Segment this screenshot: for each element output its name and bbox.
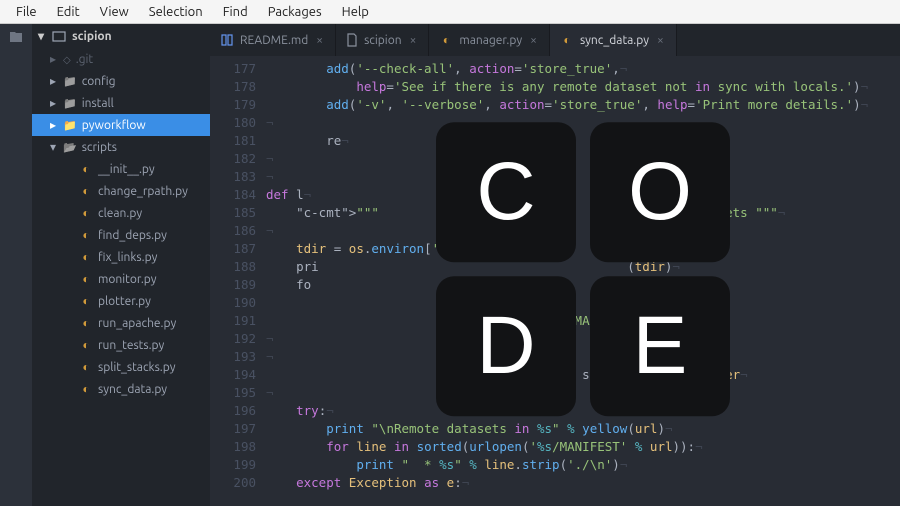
- python-icon: [79, 206, 93, 220]
- tree-folder-pyworkflow[interactable]: ▸pyworkflow: [32, 114, 210, 136]
- book-icon: [220, 33, 234, 47]
- line-gutter: 177 178 179 180 181 182 183 184 185 186 …: [210, 56, 266, 506]
- tab-sync_data-py[interactable]: sync_data.py×: [550, 24, 677, 56]
- menu-edit[interactable]: Edit: [47, 3, 90, 21]
- tab-manager-py[interactable]: manager.py×: [429, 24, 550, 56]
- tree-file-find_deps-py[interactable]: find_deps.py: [32, 224, 210, 246]
- python-icon: [79, 250, 93, 264]
- chevron-down-icon: ▾: [38, 29, 46, 43]
- close-icon[interactable]: ×: [408, 34, 419, 47]
- python-icon: [79, 338, 93, 352]
- tab-scipion[interactable]: scipion×: [336, 24, 429, 56]
- menu-selection[interactable]: Selection: [139, 3, 213, 21]
- menu-file[interactable]: File: [6, 3, 47, 21]
- editor: README.md×scipion×manager.py×sync_data.p…: [210, 24, 900, 506]
- overlay-letter-o: O: [590, 122, 730, 262]
- file-tree-icon[interactable]: [8, 30, 24, 46]
- close-icon[interactable]: ×: [314, 34, 325, 47]
- python-icon: [79, 316, 93, 330]
- folder-icon: [63, 141, 77, 154]
- tree-file-plotter-py[interactable]: plotter.py: [32, 290, 210, 312]
- tree-file-run_apache-py[interactable]: run_apache.py: [32, 312, 210, 334]
- python-icon: [79, 294, 93, 308]
- close-icon[interactable]: ×: [655, 34, 666, 47]
- tree-file-run_tests-py[interactable]: run_tests.py: [32, 334, 210, 356]
- tree-file-monitor-py[interactable]: monitor.py: [32, 268, 210, 290]
- tree-file-split_stacks-py[interactable]: split_stacks.py: [32, 356, 210, 378]
- project-icon: [52, 29, 66, 43]
- code-area[interactable]: 177 178 179 180 181 182 183 184 185 186 …: [210, 56, 900, 506]
- close-icon[interactable]: ×: [528, 34, 539, 47]
- python-icon: [439, 33, 453, 47]
- menu-view[interactable]: View: [90, 3, 139, 21]
- tree-file-__init__-py[interactable]: __init__.py: [32, 158, 210, 180]
- sidebar: ▾ scipion ▸.git▸config▸install▸pyworkflo…: [0, 24, 210, 506]
- tab-README-md[interactable]: README.md×: [210, 24, 336, 56]
- tree-file-sync_data-py[interactable]: sync_data.py: [32, 378, 210, 400]
- activity-bar: [0, 24, 32, 506]
- python-icon: [79, 228, 93, 242]
- file-icon: [346, 33, 358, 47]
- menu-help[interactable]: Help: [332, 3, 379, 21]
- python-icon: [79, 184, 93, 198]
- overlay-letter-e: E: [590, 276, 730, 416]
- tree-git[interactable]: ▸.git: [32, 48, 210, 70]
- tree-file-fix_links-py[interactable]: fix_links.py: [32, 246, 210, 268]
- tree-folder-install[interactable]: ▸install: [32, 92, 210, 114]
- menubar: FileEditViewSelectionFindPackagesHelp: [0, 0, 900, 24]
- tree-file-clean-py[interactable]: clean.py: [32, 202, 210, 224]
- python-icon: [79, 272, 93, 286]
- project-name: scipion: [72, 30, 112, 43]
- folder-icon: [63, 97, 77, 110]
- app-body: ▾ scipion ▸.git▸config▸install▸pyworkflo…: [0, 24, 900, 506]
- menu-find[interactable]: Find: [213, 3, 258, 21]
- python-icon: [79, 360, 93, 374]
- project-root[interactable]: ▾ scipion: [32, 24, 210, 48]
- tab-bar: README.md×scipion×manager.py×sync_data.p…: [210, 24, 900, 56]
- file-tree: ▾ scipion ▸.git▸config▸install▸pyworkflo…: [32, 24, 210, 506]
- overlay-letter-d: D: [436, 276, 576, 416]
- folder-icon: [63, 119, 77, 132]
- python-icon: [79, 382, 93, 396]
- python-icon: [560, 33, 574, 47]
- tree-folder-config[interactable]: ▸config: [32, 70, 210, 92]
- git-icon: [63, 53, 71, 66]
- python-icon: [79, 162, 93, 176]
- code-content[interactable]: add('--check-all', action='store_true',¬…: [266, 56, 900, 506]
- folder-icon: [63, 75, 77, 88]
- tree-file-change_rpath-py[interactable]: change_rpath.py: [32, 180, 210, 202]
- menu-packages[interactable]: Packages: [258, 3, 332, 21]
- tree-folder-scripts[interactable]: ▾scripts: [32, 136, 210, 158]
